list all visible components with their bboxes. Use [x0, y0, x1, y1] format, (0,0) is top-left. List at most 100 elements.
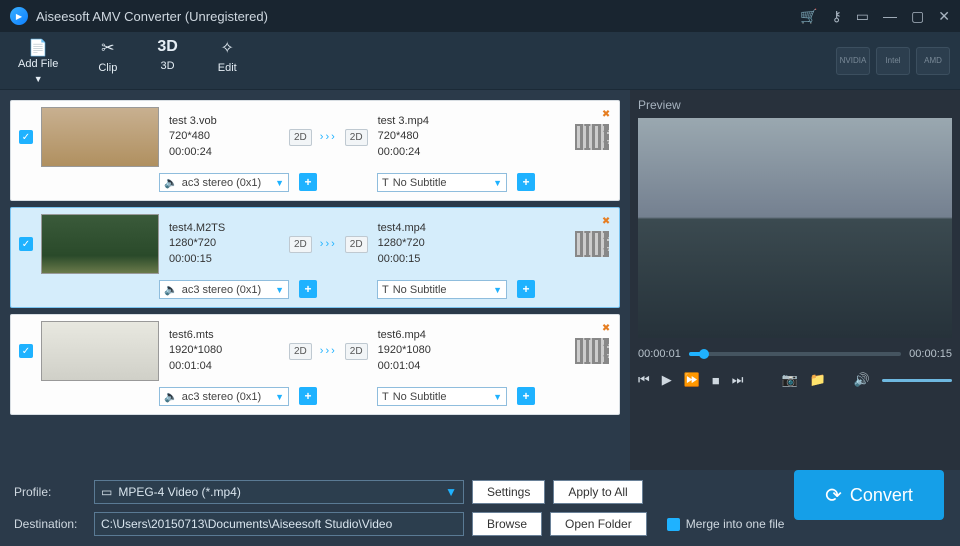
source-resolution: 720*480 [169, 129, 289, 144]
gpu-intel-badge: Intel [876, 47, 910, 75]
thumbnail[interactable] [41, 321, 159, 381]
target-2d-badge: 2D [345, 236, 368, 253]
audio-track-dropdown[interactable]: 🔈 ac3 stereo (0x1) ▼ [159, 387, 289, 406]
seek-slider[interactable] [689, 352, 901, 356]
source-2d-badge: 2D [289, 343, 312, 360]
time-total: 00:00:15 [909, 348, 952, 360]
add-subtitle-button[interactable]: + [517, 387, 535, 405]
move-up-icon[interactable]: ▲ [601, 338, 611, 349]
add-file-icon: 📄 [28, 38, 48, 58]
audio-track-value: ac3 stereo (0x1) [182, 391, 261, 403]
audio-track-dropdown[interactable]: 🔈 ac3 stereo (0x1) ▼ [159, 280, 289, 299]
source-duration: 00:00:15 [169, 252, 289, 267]
merge-label: Merge into one file [686, 517, 785, 531]
prev-frame-icon[interactable]: ⏮ [638, 372, 650, 388]
file-item[interactable]: test 3.vob 720*480 00:00:24 2D ››› 2D te… [10, 100, 620, 201]
add-file-label: Add File [18, 58, 58, 70]
file-item[interactable]: test4.M2TS 1280*720 00:00:15 2D ››› 2D t… [10, 207, 620, 308]
merge-checkbox[interactable] [667, 518, 680, 531]
item-checkbox[interactable] [19, 130, 33, 144]
file-list: test 3.vob 720*480 00:00:24 2D ››› 2D te… [0, 90, 630, 470]
volume-icon[interactable]: 🔊 [854, 372, 870, 388]
add-subtitle-button[interactable]: + [517, 173, 535, 191]
audio-track-value: ac3 stereo (0x1) [182, 177, 261, 189]
register-icon[interactable] [832, 8, 842, 25]
move-up-icon[interactable]: ▲ [601, 124, 611, 135]
add-audio-button[interactable]: + [299, 280, 317, 298]
subtitle-value: No Subtitle [393, 391, 447, 403]
source-info: test 3.vob 720*480 00:00:24 [169, 114, 289, 160]
chevron-down-icon: ▼ [275, 178, 284, 188]
chevron-down-icon: ▼ [275, 392, 284, 402]
subtitle-dropdown[interactable]: T No Subtitle ▼ [377, 387, 507, 406]
edit-button[interactable]: ✧ Edit [218, 38, 237, 84]
move-down-icon[interactable]: ▼ [601, 353, 611, 364]
apply-to-all-button[interactable]: Apply to All [553, 480, 642, 504]
thumbnail[interactable] [41, 107, 159, 167]
stop-icon[interactable]: ■ [712, 373, 720, 388]
next-frame-icon[interactable]: ⏭ [732, 372, 744, 388]
move-down-icon[interactable]: ▼ [601, 139, 611, 150]
volume-slider[interactable] [882, 379, 952, 382]
add-file-button[interactable]: 📄 Add File ▼ [18, 38, 58, 84]
subtitle-icon: T [382, 391, 389, 403]
fast-forward-icon[interactable]: ⏩ [684, 372, 700, 388]
source-2d-badge: 2D [289, 129, 312, 146]
target-2d-badge: 2D [345, 343, 368, 360]
arrow-icon: ››› [320, 238, 337, 250]
convert-button[interactable]: Convert [794, 470, 944, 520]
add-audio-button[interactable]: + [299, 387, 317, 405]
gpu-nvidia-badge: NVIDIA [836, 47, 870, 75]
add-subtitle-button[interactable]: + [517, 280, 535, 298]
title-bar: Aiseesoft AMV Converter (Unregistered) [0, 0, 960, 32]
source-info: test6.mts 1920*1080 00:01:04 [169, 328, 289, 374]
profile-dropdown[interactable]: ▭ MPEG-4 Video (*.mp4) ▼ [94, 480, 464, 504]
remove-item-icon[interactable]: ✖ [602, 109, 610, 120]
open-snapshot-folder-icon[interactable]: 📁 [810, 372, 826, 388]
close-icon[interactable] [938, 8, 950, 25]
scissors-icon: ✂ [101, 38, 114, 58]
subtitle-dropdown[interactable]: T No Subtitle ▼ [377, 280, 507, 299]
destination-input[interactable]: C:\Users\20150713\Documents\Aiseesoft St… [94, 512, 464, 536]
item-checkbox[interactable] [19, 237, 33, 251]
settings-button[interactable]: Settings [472, 480, 545, 504]
minimize-icon[interactable] [883, 8, 897, 25]
remove-item-icon[interactable]: ✖ [602, 216, 610, 227]
edit-label: Edit [218, 62, 237, 74]
maximize-icon[interactable] [911, 8, 924, 25]
feedback-icon[interactable] [856, 8, 869, 25]
move-down-icon[interactable]: ▼ [601, 246, 611, 257]
convert-label: Convert [850, 485, 913, 506]
remove-item-icon[interactable]: ✖ [602, 323, 610, 334]
3d-button[interactable]: 3D 3D [157, 38, 177, 84]
destination-label: Destination: [14, 517, 86, 531]
play-icon[interactable]: ▶ [662, 372, 672, 388]
open-folder-button[interactable]: Open Folder [550, 512, 647, 536]
target-duration: 00:00:15 [378, 252, 498, 267]
audio-track-dropdown[interactable]: 🔈 ac3 stereo (0x1) ▼ [159, 173, 289, 192]
snapshot-icon[interactable]: 📷 [781, 372, 797, 388]
arrow-icon: ››› [320, 345, 337, 357]
chevron-down-icon: ▼ [493, 392, 502, 402]
gpu-amd-badge: AMD [916, 47, 950, 75]
preview-video[interactable] [638, 118, 952, 338]
source-name: test6.mts [169, 328, 289, 343]
browse-button[interactable]: Browse [472, 512, 542, 536]
add-audio-button[interactable]: + [299, 173, 317, 191]
move-up-icon[interactable]: ▲ [601, 231, 611, 242]
subtitle-dropdown[interactable]: T No Subtitle ▼ [377, 173, 507, 192]
3d-label: 3D [161, 60, 175, 72]
target-resolution: 720*480 [378, 129, 498, 144]
file-item[interactable]: test6.mts 1920*1080 00:01:04 2D ››› 2D t… [10, 314, 620, 415]
chevron-down-icon[interactable]: ▼ [34, 74, 43, 84]
clip-button[interactable]: ✂ Clip [98, 38, 117, 84]
toolbar: 📄 Add File ▼ ✂ Clip 3D 3D ✧ Edit NVIDIA … [0, 32, 960, 90]
source-resolution: 1280*720 [169, 236, 289, 251]
item-checkbox[interactable] [19, 344, 33, 358]
target-name: test 3.mp4 [378, 114, 498, 129]
target-info: test 3.mp4 720*480 00:00:24 [378, 114, 498, 160]
thumbnail[interactable] [41, 214, 159, 274]
target-duration: 00:01:04 [378, 359, 498, 374]
speaker-icon: 🔈 [164, 390, 178, 403]
buy-icon[interactable] [800, 8, 817, 25]
